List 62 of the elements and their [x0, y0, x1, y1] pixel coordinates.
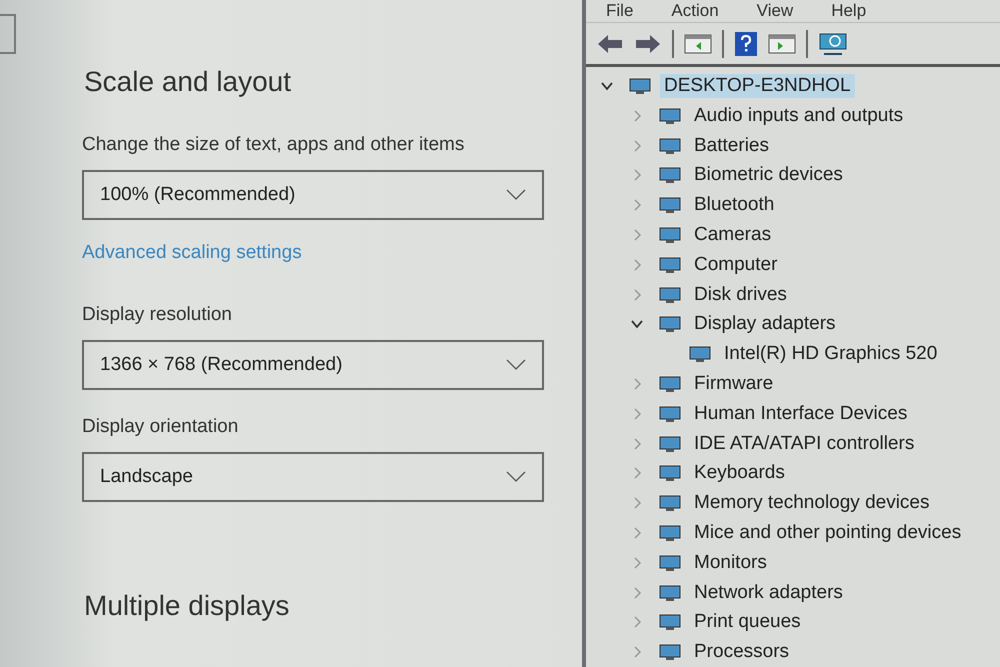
tree-item[interactable]: IDE ATA/ATAPI controllers [690, 432, 918, 456]
tree-item[interactable]: Display adapters [690, 312, 840, 336]
section-heading: Scale and layout [84, 66, 292, 98]
tree-item[interactable]: Audio inputs and outputs [690, 104, 908, 128]
tree-item[interactable]: Network adapters [690, 580, 847, 604]
tree-item[interactable]: Keyboards [690, 461, 789, 486]
hardware-icon [658, 374, 682, 394]
hardware-icon [658, 254, 682, 275]
hardware-icon [688, 344, 712, 364]
tree-item[interactable]: Computer [690, 252, 782, 277]
hardware-icon [658, 612, 682, 632]
menu-item[interactable]: Action [671, 0, 719, 22]
back-arrow-icon[interactable] [596, 32, 624, 55]
chevron-down-icon [506, 189, 526, 201]
menu-item[interactable]: File [606, 0, 634, 22]
section-heading: Multiple displays [84, 590, 290, 622]
hardware-icon [658, 552, 682, 573]
hardware-icon [658, 165, 682, 186]
forward-arrow-icon[interactable] [634, 32, 662, 55]
hardware-icon [658, 582, 682, 602]
tree-item[interactable]: Cameras [690, 222, 776, 247]
tree-item[interactable]: Biometric devices [690, 163, 847, 188]
window-pane-icon[interactable] [684, 32, 712, 55]
help-icon[interactable] [734, 30, 758, 57]
tree-item[interactable]: Memory technology devices [690, 491, 934, 516]
tree-item[interactable]: Monitors [690, 550, 771, 575]
hardware-icon [658, 522, 682, 543]
panel-edge [0, 14, 16, 54]
hardware-icon [658, 106, 682, 126]
tree-item[interactable]: Print queues [690, 610, 805, 634]
menu-item[interactable]: View [756, 0, 794, 22]
hardware-icon [658, 493, 682, 514]
tree-item[interactable]: Processors [690, 640, 794, 664]
tree-item[interactable]: Batteries [690, 134, 773, 158]
field-label: Display resolution [82, 304, 233, 326]
tree-item[interactable]: Human Interface Devices [690, 402, 912, 426]
tree-item[interactable]: Bluetooth [690, 193, 778, 218]
hardware-icon [658, 136, 682, 156]
hardware-icon [658, 224, 682, 245]
hardware-icon [658, 642, 682, 662]
tree-item[interactable]: DESKTOP-E3NDHOL [660, 74, 855, 98]
orientation-dropdown[interactable]: Landscape [82, 452, 544, 502]
hardware-icon [658, 434, 682, 454]
scale-dropdown[interactable]: 100% (Recommended) [82, 170, 544, 220]
chevron-down-icon [506, 359, 526, 371]
hardware-icon [658, 195, 682, 216]
field-label: Change the size of text, apps and other items [82, 134, 466, 156]
hardware-icon [628, 76, 652, 96]
field-label: Display orientation [82, 416, 240, 438]
monitor-search-icon[interactable] [818, 32, 848, 56]
menu-item[interactable]: Help [831, 0, 866, 22]
hardware-icon [658, 463, 682, 484]
window-pane-icon[interactable] [768, 32, 796, 55]
hardware-icon [658, 314, 682, 334]
tree-item[interactable]: Firmware [690, 372, 778, 396]
tree-item[interactable]: Intel(R) HD Graphics 520 [720, 342, 942, 366]
resolution-dropdown[interactable]: 1366 × 768 (Recommended) [82, 340, 544, 390]
hardware-icon [658, 284, 682, 305]
chevron-down-icon [506, 471, 526, 483]
tree-item[interactable]: Disk drives [690, 282, 791, 307]
hardware-icon [658, 404, 682, 424]
tree-item[interactable]: Mice and other pointing devices [690, 520, 966, 545]
